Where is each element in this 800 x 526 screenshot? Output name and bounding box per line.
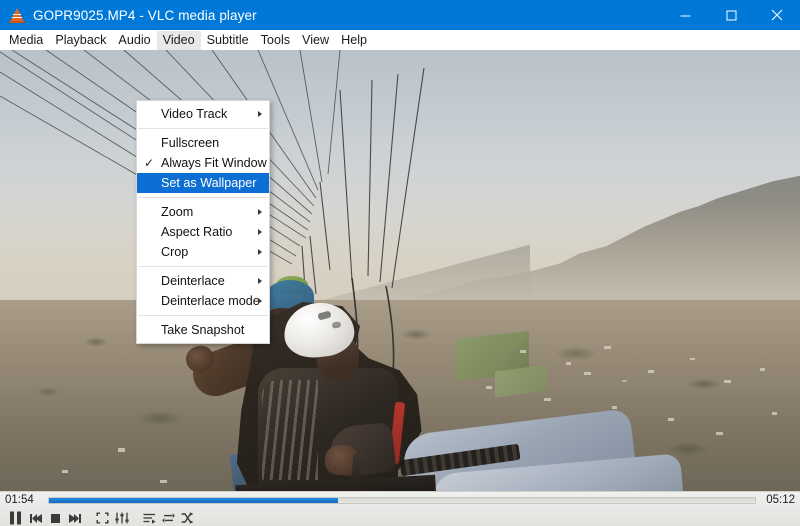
- previous-button[interactable]: [27, 509, 46, 526]
- chevron-right-icon: [258, 298, 262, 304]
- fullscreen-icon: [96, 512, 109, 524]
- menu-media[interactable]: Media: [3, 31, 49, 50]
- menu-view[interactable]: View: [296, 31, 335, 50]
- vlc-cone-icon: [8, 6, 26, 24]
- vlc-window: GOPR9025.MP4 - VLC media player Media Pl…: [0, 0, 800, 526]
- menu-item-label: Fullscreen: [161, 136, 220, 150]
- pause-icon: [9, 511, 21, 525]
- window-controls: [662, 0, 800, 30]
- menu-item-aspect-ratio[interactable]: Aspect Ratio: [137, 222, 269, 242]
- extended-settings-button[interactable]: [112, 509, 131, 526]
- playlist-icon: [143, 513, 156, 524]
- menu-item-deinterlace-mode[interactable]: Deinterlace mode: [137, 291, 269, 311]
- video-frame: [0, 50, 800, 491]
- minimize-icon[interactable]: [662, 0, 708, 30]
- menu-playback[interactable]: Playback: [49, 31, 112, 50]
- menu-item-take-snapshot[interactable]: Take Snapshot: [137, 320, 269, 340]
- fullscreen-button[interactable]: [93, 509, 112, 526]
- menu-item-always-fit-window[interactable]: ✓ Always Fit Window: [137, 153, 269, 173]
- menu-item-set-as-wallpaper[interactable]: Set as Wallpaper: [137, 173, 269, 193]
- previous-icon: [30, 513, 42, 523]
- stop-icon: [51, 513, 60, 523]
- menu-item-label: Take Snapshot: [161, 323, 245, 337]
- seek-slider[interactable]: [48, 497, 756, 504]
- equalizer-icon: [114, 512, 129, 524]
- chevron-right-icon: [258, 229, 262, 235]
- menu-audio[interactable]: Audio: [112, 31, 156, 50]
- seek-progress-fill: [49, 498, 339, 503]
- chevron-right-icon: [258, 278, 262, 284]
- seek-row: 01:54 05:12: [0, 492, 800, 509]
- menu-item-deinterlace[interactable]: Deinterlace: [137, 271, 269, 291]
- menu-item-label: Always Fit Window: [161, 156, 267, 170]
- video-menu-dropdown[interactable]: Video Track Fullscreen ✓ Always Fit Wind…: [136, 100, 270, 344]
- maximize-icon[interactable]: [708, 0, 754, 30]
- menu-separator: [138, 266, 268, 267]
- close-icon[interactable]: [754, 0, 800, 30]
- chevron-right-icon: [258, 209, 262, 215]
- window-title: GOPR9025.MP4 - VLC media player: [33, 7, 257, 23]
- total-time[interactable]: 05:12: [759, 494, 795, 507]
- transport-controls: 100%: [0, 509, 800, 526]
- menu-bar: Media Playback Audio Video Subtitle Tool…: [0, 30, 800, 50]
- random-button[interactable]: [178, 509, 197, 526]
- video-display[interactable]: Video Track Fullscreen ✓ Always Fit Wind…: [0, 50, 800, 491]
- menu-separator: [138, 197, 268, 198]
- menu-item-label: Deinterlace mode: [161, 294, 260, 308]
- menu-item-label: Video Track: [161, 107, 228, 121]
- menu-item-label: Deinterlace: [161, 274, 225, 288]
- chevron-right-icon: [258, 111, 262, 117]
- menu-item-fullscreen[interactable]: Fullscreen: [137, 133, 269, 153]
- title-bar: GOPR9025.MP4 - VLC media player: [0, 0, 800, 30]
- menu-video[interactable]: Video: [156, 30, 201, 50]
- passenger-striped-sleeve: [262, 380, 318, 480]
- pause-button[interactable]: [3, 509, 27, 526]
- next-button[interactable]: [65, 509, 84, 526]
- menu-tools[interactable]: Tools: [255, 31, 296, 50]
- menu-item-crop[interactable]: Crop: [137, 242, 269, 262]
- menu-item-label: Aspect Ratio: [161, 225, 233, 239]
- chevron-right-icon: [258, 249, 262, 255]
- menu-item-label: Set as Wallpaper: [161, 176, 257, 190]
- stop-button[interactable]: [46, 509, 65, 526]
- next-icon: [69, 513, 81, 523]
- elapsed-time[interactable]: 01:54: [5, 494, 45, 507]
- menu-item-video-track[interactable]: Video Track: [137, 104, 269, 124]
- loop-button[interactable]: [159, 509, 178, 526]
- playlist-button[interactable]: [140, 509, 159, 526]
- menu-subtitle[interactable]: Subtitle: [201, 31, 255, 50]
- control-bar: 01:54 05:12: [0, 491, 800, 526]
- menu-item-label: Crop: [161, 245, 189, 259]
- checkmark-icon: ✓: [144, 156, 155, 170]
- menu-separator: [138, 315, 268, 316]
- menu-separator: [138, 128, 268, 129]
- shuffle-icon: [181, 512, 194, 524]
- loop-icon: [162, 513, 175, 523]
- menu-help[interactable]: Help: [335, 31, 373, 50]
- menu-item-label: Zoom: [161, 205, 194, 219]
- menu-item-zoom[interactable]: Zoom: [137, 202, 269, 222]
